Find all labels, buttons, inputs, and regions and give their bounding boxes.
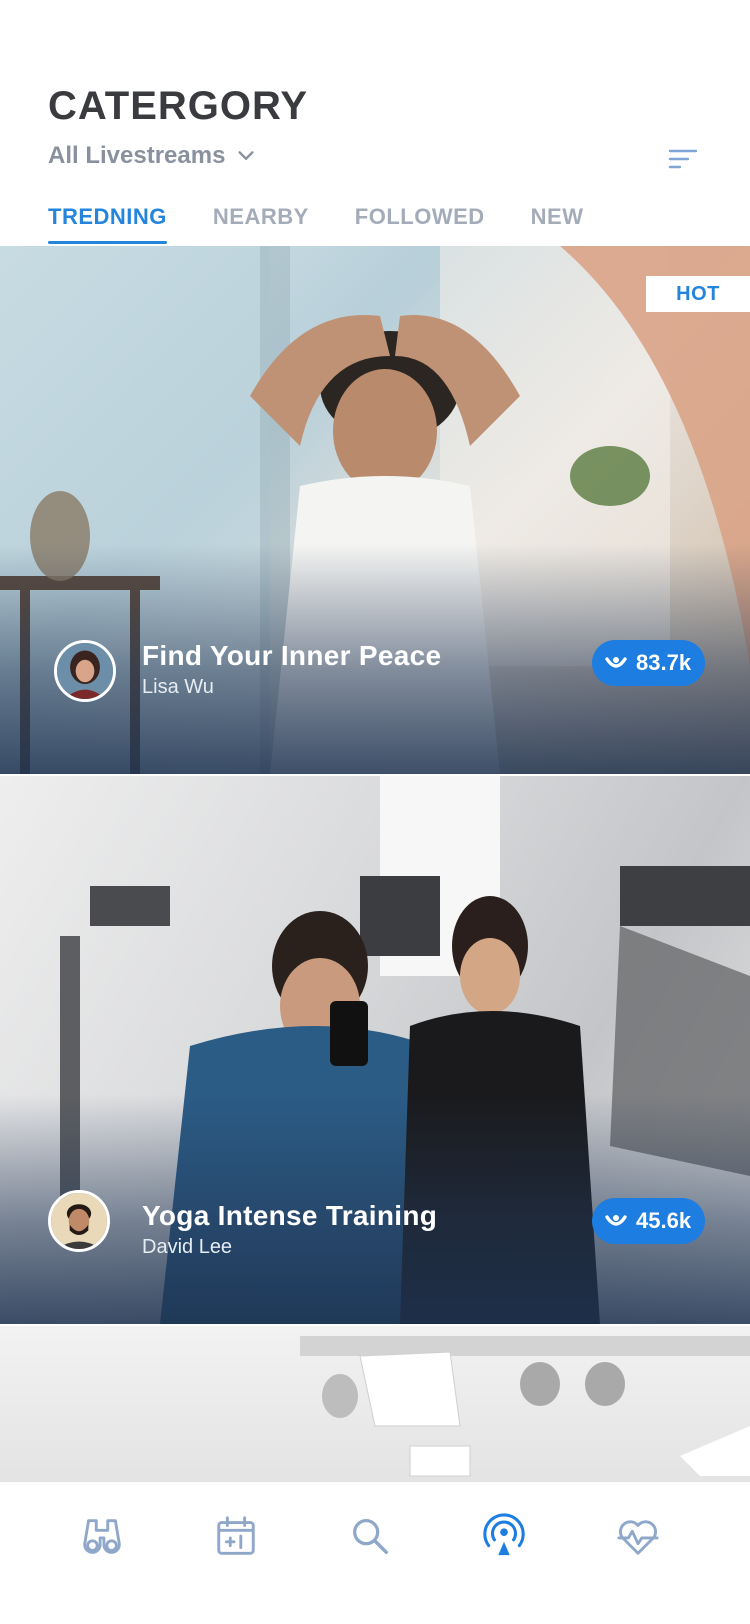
hot-badge: HOT — [646, 276, 750, 312]
binoculars-icon — [83, 1519, 121, 1554]
search-icon — [353, 1519, 389, 1555]
calendar-plus-icon — [217, 1516, 255, 1555]
stream-feed: HOT Find Your Inner Peace Lisa Wu 83.7k — [0, 246, 750, 1486]
heart-pulse-icon — [617, 1520, 659, 1555]
livestream-filter-dropdown[interactable]: All Livestreams — [48, 142, 257, 170]
viewer-icon — [605, 1215, 627, 1226]
viewer-count: 83.7k — [636, 650, 692, 675]
stream-thumbnail — [300, 1336, 750, 1477]
tab-new[interactable]: NEW — [531, 204, 584, 246]
stream-host: David Lee — [142, 1236, 233, 1258]
page-title: CATERGORY — [48, 84, 309, 128]
chevron-down-icon — [238, 151, 255, 160]
viewer-icon — [605, 657, 627, 668]
avatar[interactable] — [54, 640, 116, 702]
bottom-navigation — [0, 1482, 750, 1624]
stream-title: Find Your Inner Peace — [142, 640, 442, 671]
tab-nearby[interactable]: NEARBY — [213, 204, 309, 246]
avatar-image — [57, 643, 113, 699]
tab-followed[interactable]: FOLLOWED — [355, 204, 485, 246]
viewer-count-badge: 83.7k — [592, 640, 706, 686]
stream-title: Yoga Intense Training — [142, 1200, 438, 1231]
avatar[interactable] — [48, 1190, 110, 1252]
tab-trending[interactable]: TREDNING — [48, 204, 167, 246]
stream-card[interactable]: Yoga Intense Training David Lee 45.6k — [0, 776, 750, 1324]
stream-card[interactable] — [0, 1326, 750, 1486]
stream-host: Lisa Wu — [142, 676, 214, 698]
category-tabs: TREDNING NEARBY FOLLOWED NEW — [48, 204, 630, 246]
avatar-image — [51, 1193, 107, 1249]
nav-livestream[interactable] — [474, 1506, 534, 1566]
viewer-count-badge: 45.6k — [592, 1198, 706, 1244]
viewer-count: 45.6k — [636, 1208, 692, 1233]
nav-search[interactable] — [340, 1506, 400, 1566]
nav-schedule[interactable] — [206, 1506, 266, 1566]
livestream-icon — [483, 1513, 525, 1556]
header: CATERGORY All Livestreams TREDNING NEARB… — [0, 0, 750, 246]
sort-lines-icon[interactable] — [668, 148, 698, 170]
filter-label: All Livestreams — [48, 142, 226, 169]
nav-explore[interactable] — [72, 1506, 132, 1566]
nav-health[interactable] — [608, 1506, 668, 1566]
stream-card[interactable]: HOT Find Your Inner Peace Lisa Wu 83.7k — [0, 246, 750, 774]
